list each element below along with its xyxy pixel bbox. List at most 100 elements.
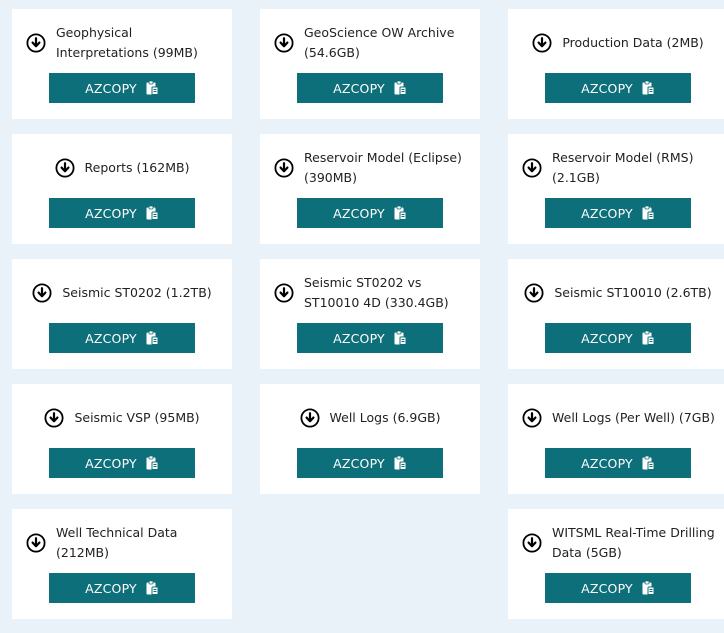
dataset-card: Reports (162MB) AZCOPY (12, 134, 232, 244)
azcopy-button[interactable]: AZCOPY (545, 323, 691, 353)
empty-card-slot (260, 509, 480, 619)
download-icon[interactable] (274, 283, 294, 303)
dataset-title: Seismic VSP (95MB) (74, 410, 200, 425)
dataset-card: Reservoir Model (Eclipse) (390MB) AZCOPY (260, 134, 480, 244)
dataset-grid: Geophysical Interpretations (99MB) AZCOPY… (12, 9, 724, 619)
azcopy-button-label: AZCOPY (85, 205, 137, 221)
download-icon[interactable] (44, 408, 64, 428)
dataset-card-header: Seismic VSP (95MB) (12, 396, 232, 440)
dataset-card-header: Well Technical Data (212MB) (12, 521, 232, 565)
azcopy-button-label: AZCOPY (581, 580, 633, 596)
azcopy-button[interactable]: AZCOPY (49, 198, 195, 228)
azcopy-button-label: AZCOPY (333, 455, 385, 471)
clipboard-copy-icon (641, 330, 655, 346)
clipboard-copy-icon (145, 80, 159, 96)
dataset-card-header: Reports (162MB) (12, 146, 232, 190)
dataset-card: Seismic ST0202 (1.2TB) AZCOPY (12, 259, 232, 369)
dataset-title: Geophysical Interpretations (99MB) (56, 25, 198, 60)
azcopy-button-label: AZCOPY (85, 330, 137, 346)
clipboard-copy-icon (393, 80, 407, 96)
dataset-title: Well Logs (Per Well) (7GB) (552, 410, 715, 425)
dataset-card: Well Logs (6.9GB) AZCOPY (260, 384, 480, 494)
clipboard-copy-icon (641, 580, 655, 596)
download-icon[interactable] (300, 408, 320, 428)
azcopy-button[interactable]: AZCOPY (545, 73, 691, 103)
dataset-title: Reservoir Model (Eclipse) (390MB) (304, 150, 462, 185)
azcopy-button-label: AZCOPY (85, 455, 137, 471)
clipboard-copy-icon (641, 205, 655, 221)
clipboard-copy-icon (641, 80, 655, 96)
azcopy-button[interactable]: AZCOPY (49, 573, 195, 603)
dataset-title: Seismic ST0202 (1.2TB) (62, 285, 212, 300)
dataset-title: Well Logs (6.9GB) (329, 410, 441, 425)
azcopy-button[interactable]: AZCOPY (297, 73, 443, 103)
dataset-title: Seismic ST0202 vs ST10010 4D (330.4GB) (304, 275, 449, 310)
download-icon[interactable] (532, 33, 552, 53)
download-icon[interactable] (55, 158, 75, 178)
dataset-card-header: Seismic ST0202 vs ST10010 4D (330.4GB) (260, 271, 480, 315)
azcopy-button[interactable]: AZCOPY (545, 198, 691, 228)
azcopy-button[interactable]: AZCOPY (49, 448, 195, 478)
clipboard-copy-icon (145, 580, 159, 596)
dataset-card: Seismic VSP (95MB) AZCOPY (12, 384, 232, 494)
dataset-card-header: GeoScience OW Archive (54.6GB) (260, 21, 480, 65)
dataset-card-header: Reservoir Model (RMS) (2.1GB) (508, 146, 724, 190)
azcopy-button[interactable]: AZCOPY (49, 323, 195, 353)
clipboard-copy-icon (393, 455, 407, 471)
dataset-card: Well Technical Data (212MB) AZCOPY (12, 509, 232, 619)
dataset-card-header: Production Data (2MB) (508, 21, 724, 65)
dataset-card: WITSML Real-Time Drilling Data (5GB) AZCO… (508, 509, 724, 619)
azcopy-button[interactable]: AZCOPY (297, 323, 443, 353)
azcopy-button-label: AZCOPY (581, 80, 633, 96)
dataset-card-header: Geophysical Interpretations (99MB) (12, 21, 232, 65)
azcopy-button-label: AZCOPY (333, 330, 385, 346)
dataset-title: Seismic ST10010 (2.6TB) (554, 285, 712, 300)
download-icon[interactable] (26, 533, 46, 553)
clipboard-copy-icon (145, 455, 159, 471)
download-icon[interactable] (522, 158, 542, 178)
dataset-title: WITSML Real-Time Drilling Data (5GB) (552, 525, 715, 560)
azcopy-button[interactable]: AZCOPY (49, 73, 195, 103)
azcopy-button-label: AZCOPY (333, 205, 385, 221)
azcopy-button[interactable]: AZCOPY (545, 448, 691, 478)
download-icon[interactable] (522, 408, 542, 428)
dataset-title: GeoScience OW Archive (54.6GB) (304, 25, 455, 60)
dataset-card: Reservoir Model (RMS) (2.1GB) AZCOPY (508, 134, 724, 244)
dataset-card: Production Data (2MB) AZCOPY (508, 9, 724, 119)
azcopy-button[interactable]: AZCOPY (545, 573, 691, 603)
dataset-title: Reservoir Model (RMS) (2.1GB) (552, 150, 694, 185)
clipboard-copy-icon (393, 330, 407, 346)
azcopy-button-label: AZCOPY (581, 205, 633, 221)
download-icon[interactable] (524, 283, 544, 303)
dataset-card-header: WITSML Real-Time Drilling Data (5GB) (508, 521, 724, 565)
dataset-title: Reports (162MB) (84, 160, 190, 175)
download-icon[interactable] (274, 33, 294, 53)
dataset-title: Well Technical Data (212MB) (56, 525, 178, 560)
azcopy-button[interactable]: AZCOPY (297, 448, 443, 478)
clipboard-copy-icon (641, 455, 655, 471)
dataset-card-header: Well Logs (6.9GB) (260, 396, 480, 440)
azcopy-button-label: AZCOPY (581, 455, 633, 471)
download-icon[interactable] (26, 33, 46, 53)
azcopy-button-label: AZCOPY (85, 80, 137, 96)
dataset-card: Seismic ST10010 (2.6TB) AZCOPY (508, 259, 724, 369)
azcopy-button-label: AZCOPY (333, 80, 385, 96)
azcopy-button[interactable]: AZCOPY (297, 198, 443, 228)
azcopy-button-label: AZCOPY (85, 580, 137, 596)
dataset-card-header: Reservoir Model (Eclipse) (390MB) (260, 146, 480, 190)
dataset-card: Geophysical Interpretations (99MB) AZCOPY (12, 9, 232, 119)
clipboard-copy-icon (145, 205, 159, 221)
download-icon[interactable] (274, 158, 294, 178)
clipboard-copy-icon (393, 205, 407, 221)
dataset-card-header: Seismic ST10010 (2.6TB) (508, 271, 724, 315)
dataset-card: GeoScience OW Archive (54.6GB) AZCOPY (260, 9, 480, 119)
dataset-card-header: Seismic ST0202 (1.2TB) (12, 271, 232, 315)
azcopy-button-label: AZCOPY (581, 330, 633, 346)
dataset-card-header: Well Logs (Per Well) (7GB) (508, 396, 724, 440)
dataset-title: Production Data (2MB) (562, 35, 704, 50)
dataset-card: Well Logs (Per Well) (7GB) AZCOPY (508, 384, 724, 494)
dataset-card: Seismic ST0202 vs ST10010 4D (330.4GB) AZ… (260, 259, 480, 369)
clipboard-copy-icon (145, 330, 159, 346)
download-icon[interactable] (522, 533, 542, 553)
download-icon[interactable] (32, 283, 52, 303)
